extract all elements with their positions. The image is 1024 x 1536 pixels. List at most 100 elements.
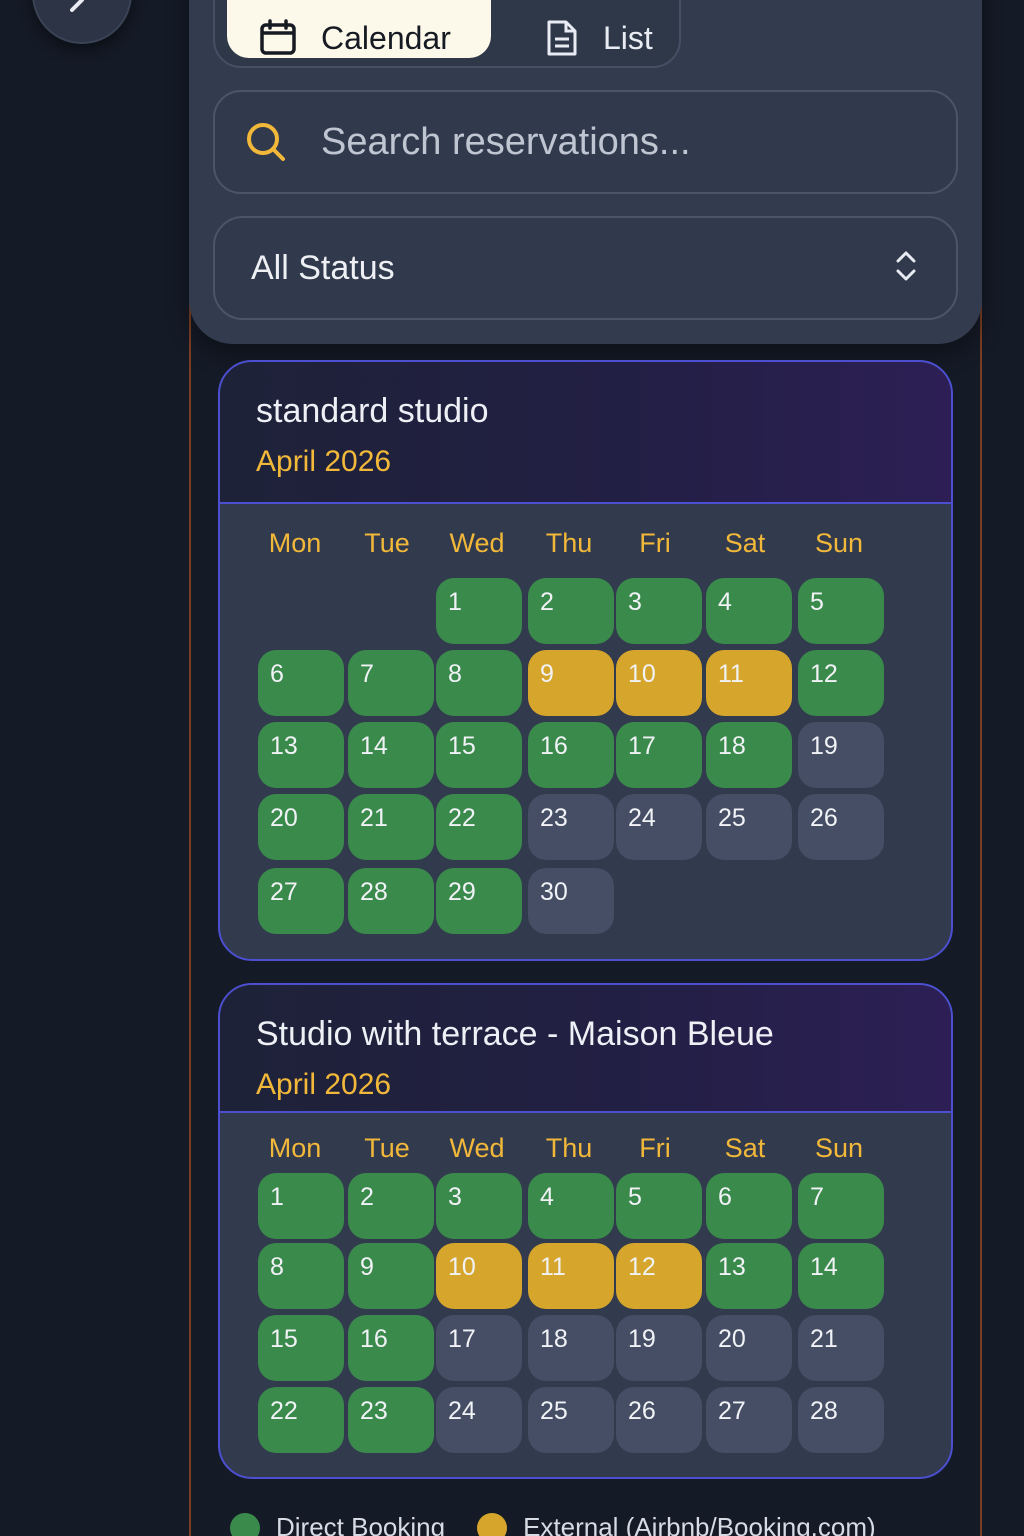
day-cell-direct[interactable]: 28 bbox=[348, 868, 434, 934]
day-cell-direct[interactable]: 18 bbox=[706, 722, 792, 788]
day-cell-direct[interactable]: 29 bbox=[436, 868, 522, 934]
legend-item-direct: Direct Booking bbox=[230, 1512, 445, 1536]
property-title: standard studio bbox=[256, 392, 489, 430]
legend-dot-direct bbox=[230, 1512, 260, 1536]
chevron-up-down-icon bbox=[896, 251, 916, 281]
weekday-header: Thu bbox=[545, 528, 593, 558]
weekday-header: Tue bbox=[364, 528, 410, 558]
page: Calendar List All Status bbox=[0, 0, 1024, 1536]
day-cell-direct[interactable]: 2 bbox=[528, 578, 614, 644]
day-cell-direct[interactable]: 12 bbox=[798, 650, 884, 716]
day-cell-free[interactable]: 18 bbox=[528, 1315, 614, 1381]
search-input[interactable] bbox=[321, 120, 921, 164]
day-cell-free[interactable]: 30 bbox=[528, 868, 614, 934]
weekday-header: Wed bbox=[449, 1133, 505, 1163]
day-cell-direct[interactable]: 15 bbox=[436, 722, 522, 788]
calendar-header: standard studio April 2026 bbox=[220, 362, 951, 504]
list-view-button[interactable]: List bbox=[513, 0, 673, 58]
weekday-header: Fri bbox=[639, 528, 671, 558]
property-calendar: Studio with terrace - Maison Bleue April… bbox=[218, 983, 953, 1479]
day-cell-direct[interactable]: 1 bbox=[436, 578, 522, 644]
day-cell-external[interactable]: 11 bbox=[528, 1243, 614, 1309]
back-button[interactable] bbox=[32, 0, 132, 44]
day-cell-free[interactable]: 25 bbox=[528, 1387, 614, 1453]
day-cell-direct[interactable]: 21 bbox=[348, 794, 434, 860]
day-cell-direct[interactable]: 13 bbox=[706, 1243, 792, 1309]
weekday-header: Sun bbox=[814, 528, 864, 558]
legend-label: External (Airbnb/Booking.com) bbox=[523, 1512, 876, 1536]
day-cell-direct[interactable]: 8 bbox=[436, 650, 522, 716]
day-cell-external[interactable]: 9 bbox=[528, 650, 614, 716]
day-cell-direct[interactable]: 22 bbox=[436, 794, 522, 860]
day-cell-direct[interactable]: 3 bbox=[436, 1173, 522, 1239]
legend-label: Direct Booking bbox=[276, 1512, 446, 1536]
day-cell-free[interactable]: 27 bbox=[706, 1387, 792, 1453]
weekday-header: Thu bbox=[545, 1133, 593, 1163]
search-field[interactable] bbox=[213, 90, 958, 194]
day-cell-direct[interactable]: 6 bbox=[258, 650, 344, 716]
day-cell-external[interactable]: 12 bbox=[616, 1243, 702, 1309]
status-filter-value: All Status bbox=[251, 248, 395, 287]
day-cell-direct[interactable]: 17 bbox=[616, 722, 702, 788]
day-cell-direct[interactable]: 7 bbox=[798, 1173, 884, 1239]
weekday-header: Mon bbox=[268, 528, 322, 558]
weekday-header: Mon bbox=[268, 1133, 322, 1163]
chevron-icon bbox=[70, 0, 84, 12]
day-cell-direct[interactable]: 3 bbox=[616, 578, 702, 644]
calendar-month: April 2026 bbox=[256, 445, 392, 478]
weekday-header: Sat bbox=[724, 1133, 766, 1163]
legend: Direct Booking External (Airbnb/Booking.… bbox=[230, 1512, 908, 1536]
day-cell-free[interactable]: 19 bbox=[616, 1315, 702, 1381]
calendar-header: Studio with terrace - Maison Bleue April… bbox=[220, 985, 951, 1113]
day-cell-free[interactable]: 26 bbox=[616, 1387, 702, 1453]
day-cell-free[interactable]: 25 bbox=[706, 794, 792, 860]
day-cell-direct[interactable]: 2 bbox=[348, 1173, 434, 1239]
day-cell-free[interactable]: 23 bbox=[528, 794, 614, 860]
day-cell-free[interactable]: 17 bbox=[436, 1315, 522, 1381]
day-cell-external[interactable]: 10 bbox=[616, 650, 702, 716]
controls-panel: Calendar List All Status bbox=[189, 0, 982, 344]
property-title: Studio with terrace - Maison Bleue bbox=[256, 1015, 774, 1053]
day-cell-free[interactable]: 28 bbox=[798, 1387, 884, 1453]
weekday-header: Wed bbox=[449, 528, 505, 558]
day-cell-direct[interactable]: 13 bbox=[258, 722, 344, 788]
legend-dot-external bbox=[477, 1512, 508, 1536]
document-icon bbox=[547, 20, 577, 56]
day-cell-direct[interactable]: 22 bbox=[258, 1387, 344, 1453]
day-cell-free[interactable]: 24 bbox=[616, 794, 702, 860]
day-cell-direct[interactable]: 4 bbox=[528, 1173, 614, 1239]
day-cell-direct[interactable]: 23 bbox=[348, 1387, 434, 1453]
weekday-header: Sat bbox=[724, 528, 766, 558]
legend-item-external: External (Airbnb/Booking.com) bbox=[477, 1512, 876, 1536]
day-cell-external[interactable]: 10 bbox=[436, 1243, 522, 1309]
day-cell-direct[interactable]: 20 bbox=[258, 794, 344, 860]
day-cell-direct[interactable]: 8 bbox=[258, 1243, 344, 1309]
list-view-label: List bbox=[603, 19, 653, 56]
day-cell-direct[interactable]: 4 bbox=[706, 578, 792, 644]
calendar-icon bbox=[260, 19, 296, 55]
day-cell-direct[interactable]: 14 bbox=[798, 1243, 884, 1309]
calendar-view-button[interactable]: Calendar bbox=[227, 0, 491, 58]
day-cell-direct[interactable]: 1 bbox=[258, 1173, 344, 1239]
day-cell-direct[interactable]: 15 bbox=[258, 1315, 344, 1381]
view-toggle: Calendar List bbox=[213, 0, 681, 68]
day-cell-direct[interactable]: 7 bbox=[348, 650, 434, 716]
calendar-month: April 2026 bbox=[256, 1068, 392, 1101]
day-cell-direct[interactable]: 5 bbox=[798, 578, 884, 644]
day-cell-direct[interactable]: 16 bbox=[528, 722, 614, 788]
day-cell-direct[interactable]: 9 bbox=[348, 1243, 434, 1309]
day-cell-free[interactable]: 26 bbox=[798, 794, 884, 860]
day-cell-direct[interactable]: 6 bbox=[706, 1173, 792, 1239]
status-filter-select[interactable]: All Status bbox=[213, 216, 958, 320]
day-cell-free[interactable]: 21 bbox=[798, 1315, 884, 1381]
weekday-header: Tue bbox=[364, 1133, 410, 1163]
day-cell-external[interactable]: 11 bbox=[706, 650, 792, 716]
day-cell-direct[interactable]: 5 bbox=[616, 1173, 702, 1239]
calendar-view-label: Calendar bbox=[321, 19, 451, 56]
day-cell-free[interactable]: 20 bbox=[706, 1315, 792, 1381]
day-cell-direct[interactable]: 14 bbox=[348, 722, 434, 788]
day-cell-free[interactable]: 24 bbox=[436, 1387, 522, 1453]
day-cell-free[interactable]: 19 bbox=[798, 722, 884, 788]
day-cell-direct[interactable]: 16 bbox=[348, 1315, 434, 1381]
day-cell-direct[interactable]: 27 bbox=[258, 868, 344, 934]
